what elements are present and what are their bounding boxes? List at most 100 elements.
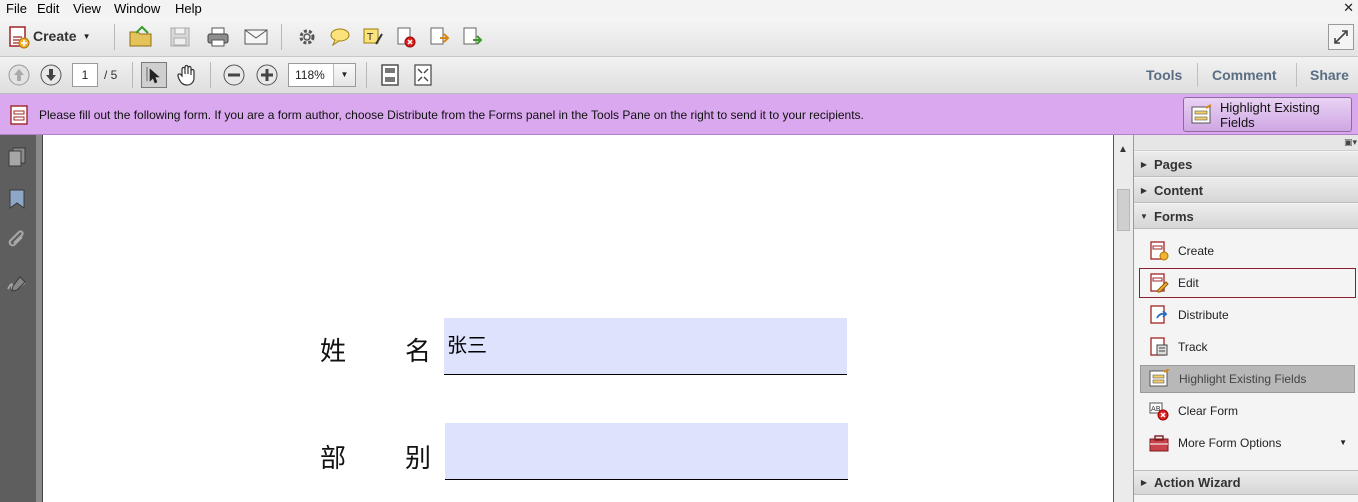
chevron-right-icon: ▶: [1140, 185, 1148, 195]
pane-options-strip: ▣▾: [1134, 135, 1358, 151]
next-page-icon[interactable]: [38, 62, 64, 88]
fit-page-icon[interactable]: [377, 62, 403, 88]
export-page-icon[interactable]: [426, 24, 452, 50]
separator: [281, 24, 282, 50]
chevron-down-icon: ▼: [1140, 211, 1148, 221]
section-pages[interactable]: ▶ Pages: [1134, 152, 1358, 177]
separator: [210, 62, 211, 88]
vertical-scrollbar[interactable]: ▲: [1113, 135, 1133, 502]
separator: [114, 24, 115, 50]
forms-track-item[interactable]: Track: [1140, 333, 1355, 361]
chevron-down-icon: ▼: [82, 31, 91, 41]
chevron-right-icon: ▶: [1140, 478, 1148, 487]
section-content[interactable]: ▶ Content: [1134, 178, 1358, 203]
create-pdf-icon: [6, 24, 32, 50]
tab-share[interactable]: Share: [1310, 67, 1349, 83]
scroll-thumb[interactable]: [1117, 189, 1130, 231]
track-form-icon: [1148, 336, 1170, 358]
tab-comment[interactable]: Comment: [1212, 67, 1277, 83]
forms-edit-item[interactable]: Edit: [1139, 268, 1356, 298]
attachments-icon[interactable]: [5, 230, 29, 254]
zoom-in-icon[interactable]: [254, 62, 280, 88]
section-label: Content: [1154, 182, 1204, 198]
highlight-fields-button[interactable]: Highlight Existing Fields: [1183, 97, 1352, 132]
menu-bar: File Edit View Window Help ✕: [0, 0, 1358, 17]
separator: [1197, 63, 1198, 87]
previous-page-icon[interactable]: [6, 62, 32, 88]
page-thumbnails-icon[interactable]: [5, 145, 29, 169]
separator: [366, 62, 367, 88]
forms-distribute-item[interactable]: Distribute: [1140, 301, 1355, 329]
pane-divider[interactable]: [36, 135, 43, 502]
form-message-bar: Please fill out the following form. If y…: [0, 94, 1358, 135]
forms-highlight-fields-item[interactable]: Highlight Existing Fields: [1140, 365, 1355, 393]
fullscreen-icon[interactable]: [1328, 24, 1354, 50]
extract-page-icon[interactable]: [459, 24, 485, 50]
select-tool-icon[interactable]: [141, 62, 167, 88]
delete-page-icon[interactable]: [393, 24, 419, 50]
zoom-level-select[interactable]: 118% ▼: [288, 63, 356, 87]
section-forms[interactable]: ▼ Forms: [1134, 204, 1358, 229]
zoom-value: 118%: [295, 68, 325, 82]
create-button[interactable]: Create ▼: [33, 28, 91, 44]
fit-width-icon[interactable]: [410, 62, 436, 88]
page-total: / 5: [104, 68, 118, 82]
menu-window[interactable]: Window: [110, 1, 164, 16]
separator: [132, 62, 133, 88]
navigation-pane: [0, 135, 36, 502]
name-field[interactable]: 张三: [444, 318, 847, 375]
menu-view[interactable]: View: [69, 1, 105, 16]
item-label: More Form Options: [1178, 436, 1282, 450]
close-document-icon[interactable]: ✕: [1343, 0, 1354, 16]
distribute-form-icon: [1148, 304, 1170, 326]
item-label: Edit: [1178, 276, 1199, 290]
pane-options-icon[interactable]: ▣▾: [1344, 137, 1357, 148]
signatures-icon[interactable]: [5, 273, 29, 297]
email-icon[interactable]: [243, 24, 269, 50]
section-label: Pages: [1154, 156, 1193, 172]
highlight-fields-icon: [1149, 368, 1171, 390]
highlight-fields-label: Highlight Existing Fields: [1220, 99, 1320, 130]
form-document-icon: [8, 104, 30, 126]
section-action-wizard[interactable]: ▶ Action Wizard: [1134, 470, 1358, 495]
menu-edit[interactable]: Edit: [33, 1, 63, 16]
bookmarks-icon[interactable]: [5, 187, 29, 211]
gear-icon[interactable]: [294, 24, 320, 50]
zoom-out-icon[interactable]: [221, 62, 247, 88]
document-page: 姓 名 张三 部 别: [43, 135, 1113, 502]
highlight-text-icon[interactable]: T: [360, 24, 386, 50]
separator: [1296, 63, 1297, 87]
forms-create-item[interactable]: Create: [1140, 237, 1355, 265]
chevron-down-icon[interactable]: ▼: [333, 64, 355, 86]
comment-bubble-icon[interactable]: [327, 24, 353, 50]
menu-help[interactable]: Help: [171, 1, 206, 16]
main-toolbar: Create ▼ T: [0, 17, 1358, 57]
scroll-up-icon[interactable]: ▲: [1118, 144, 1128, 155]
item-label: Track: [1178, 340, 1208, 354]
create-label: Create: [33, 28, 77, 44]
open-folder-icon[interactable]: [128, 24, 154, 50]
tab-tools[interactable]: Tools: [1146, 67, 1182, 83]
field-label-char: 别: [405, 444, 432, 474]
svg-text:T: T: [366, 32, 374, 43]
forms-more-options-item[interactable]: More Form Options ▼: [1140, 429, 1355, 457]
page-number-input[interactable]: 1: [72, 63, 98, 87]
menu-file[interactable]: File: [2, 1, 31, 16]
clear-form-icon: AB: [1148, 400, 1170, 422]
name-field-value: 张三: [447, 333, 487, 357]
form-message-text: Please fill out the following form. If y…: [39, 108, 864, 122]
field-label-char: 姓: [320, 337, 347, 367]
section-label: Action Wizard: [1154, 475, 1241, 490]
item-label: Create: [1178, 244, 1215, 258]
item-label: Distribute: [1178, 308, 1229, 322]
department-field[interactable]: [445, 423, 848, 480]
save-icon[interactable]: [167, 24, 193, 50]
navigation-toolbar: 1 / 5 118% ▼ Tools Comment Share: [0, 57, 1358, 94]
tools-pane: ▣▾ ▶ Pages ▶ Content ▼ Forms Create Edit…: [1133, 135, 1358, 502]
forms-clear-form-item[interactable]: AB Clear Form: [1140, 397, 1355, 425]
create-form-icon: [1148, 240, 1170, 262]
hand-tool-icon[interactable]: [174, 62, 200, 88]
chevron-down-icon[interactable]: ▼: [1339, 438, 1347, 447]
print-icon[interactable]: [205, 24, 231, 50]
highlight-fields-icon: [1190, 103, 1214, 126]
